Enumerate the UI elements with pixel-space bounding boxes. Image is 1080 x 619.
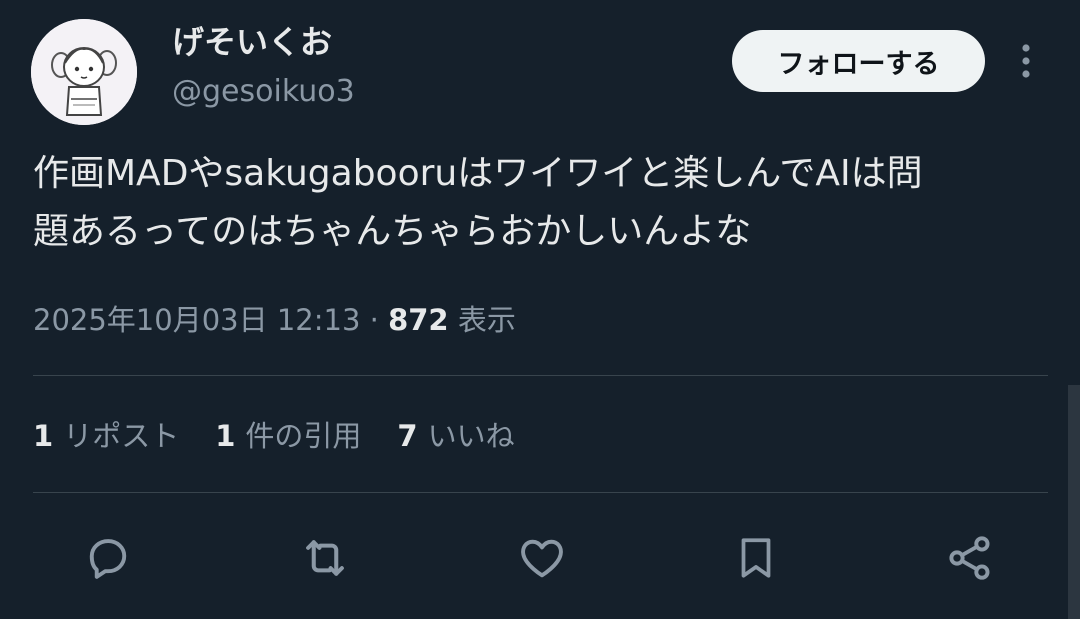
heart-icon[interactable] xyxy=(514,530,570,586)
reposts-count: 1 xyxy=(33,419,54,453)
views-count: 872 xyxy=(388,303,449,337)
engagement-stats: 1 リポスト 1 件の引用 7 いいね xyxy=(33,414,515,458)
tweet-meta: 2025年10月03日 12:13 · 872 表示 xyxy=(33,300,516,340)
likes-count: 7 xyxy=(397,419,418,453)
likes-stat[interactable]: 7 いいね xyxy=(397,414,514,458)
avatar[interactable] xyxy=(31,19,137,125)
more-vertical-icon[interactable] xyxy=(1010,40,1042,82)
bookmark-icon[interactable] xyxy=(728,530,784,586)
reposts-label: リポスト xyxy=(63,419,180,453)
tweet-text: 作画MADやsakugabooruはワイワイと楽しんでAIは問 題あるってのはちゃ… xyxy=(33,145,1053,261)
timestamp[interactable]: 2025年10月03日 12:13 xyxy=(33,303,360,337)
reply-icon[interactable] xyxy=(80,530,136,586)
user-handle[interactable]: @gesoikuo3 xyxy=(172,72,355,112)
action-bar xyxy=(0,520,1080,592)
scrollbar[interactable] xyxy=(1068,385,1080,619)
meta-separator: · xyxy=(360,303,389,337)
divider xyxy=(33,375,1048,376)
follow-button[interactable]: フォローする xyxy=(732,30,985,92)
tweet-text-line-2: 題あるってのはちゃんちゃらおかしいんよな xyxy=(33,211,752,252)
retweet-icon[interactable] xyxy=(297,530,353,586)
likes-label: いいね xyxy=(427,419,515,453)
divider xyxy=(33,492,1048,493)
display-name[interactable]: げそいくお xyxy=(172,22,332,62)
quotes-stat[interactable]: 1 件の引用 xyxy=(215,414,361,458)
avatar-illustration xyxy=(31,19,137,125)
tweet-detail: げそいくお @gesoikuo3 フォローする 作画MADやsakugaboor… xyxy=(0,0,1080,619)
quotes-label: 件の引用 xyxy=(245,419,362,453)
share-icon[interactable] xyxy=(942,530,998,586)
reposts-stat[interactable]: 1 リポスト xyxy=(33,414,179,458)
tweet-text-line-1: 作画MADやsakugabooruはワイワイと楽しんでAIは問 xyxy=(33,153,923,194)
views-label: 表示 xyxy=(448,303,516,337)
quotes-count: 1 xyxy=(215,419,236,453)
